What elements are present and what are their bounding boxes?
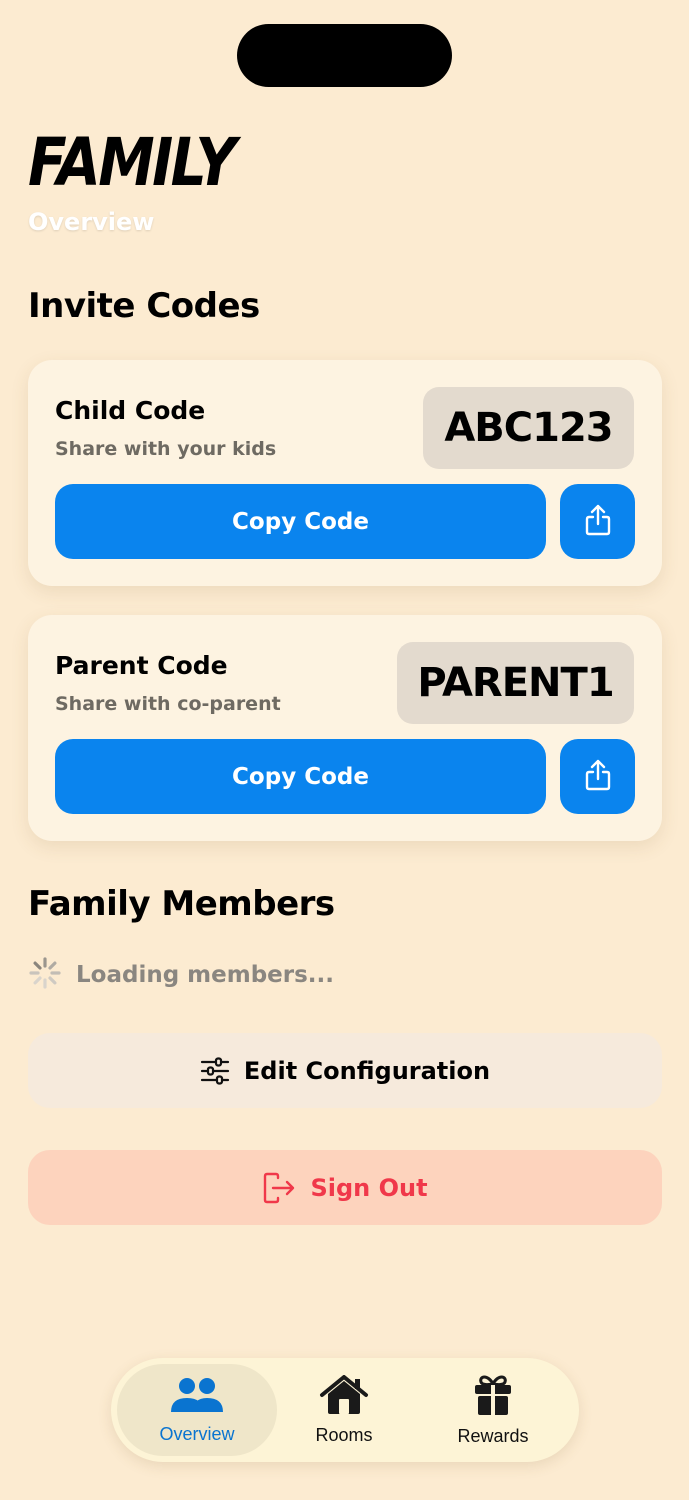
- tab-label: Rooms: [315, 1424, 373, 1445]
- share-icon: [584, 758, 612, 796]
- share-child-code-button[interactable]: [560, 484, 635, 559]
- edit-configuration-button[interactable]: Edit Configuration: [28, 1033, 662, 1108]
- sign-out-icon: [262, 1172, 296, 1204]
- people-icon: [169, 1376, 225, 1418]
- copy-child-code-button[interactable]: Copy Code: [55, 484, 546, 559]
- sliders-icon: [200, 1056, 230, 1085]
- share-icon: [584, 503, 612, 541]
- members-loading-indicator: Loading members...: [28, 955, 334, 995]
- copy-parent-code-button[interactable]: Copy Code: [55, 739, 546, 814]
- sign-out-label: Sign Out: [310, 1173, 428, 1202]
- tab-rooms[interactable]: Rooms: [264, 1364, 424, 1456]
- loading-text: Loading members...: [76, 962, 335, 988]
- tab-rewards[interactable]: Rewards: [413, 1364, 573, 1456]
- tab-overview[interactable]: Overview: [117, 1364, 277, 1456]
- child-code-value[interactable]: ABC123: [423, 387, 634, 469]
- page-subtitle: Overview: [28, 208, 155, 236]
- tab-bar: Overview Rooms Rewards: [111, 1358, 579, 1462]
- page-title: FAMILY: [28, 124, 237, 201]
- card-title: Parent Code: [55, 651, 228, 680]
- edit-configuration-label: Edit Configuration: [243, 1056, 491, 1085]
- invite-codes-heading: Invite Codes: [28, 286, 260, 326]
- parent-code-card: Parent Code Share with co-parent PARENT1…: [28, 615, 662, 841]
- parent-code-value[interactable]: PARENT1: [397, 642, 634, 724]
- child-code-card: Child Code Share with your kids ABC123 C…: [28, 360, 662, 586]
- sign-out-button[interactable]: Sign Out: [28, 1150, 662, 1225]
- dynamic-island: [237, 24, 452, 87]
- card-title: Child Code: [55, 396, 206, 425]
- family-members-heading: Family Members: [28, 884, 335, 924]
- card-subtitle: Share with your kids: [55, 438, 277, 460]
- share-parent-code-button[interactable]: [560, 739, 635, 814]
- house-icon: [319, 1374, 369, 1419]
- gift-icon: [472, 1374, 514, 1420]
- tab-label: Rewards: [457, 1425, 529, 1446]
- card-subtitle: Share with co-parent: [55, 693, 281, 715]
- tab-label: Overview: [159, 1423, 235, 1444]
- spinner-icon: [28, 956, 62, 994]
